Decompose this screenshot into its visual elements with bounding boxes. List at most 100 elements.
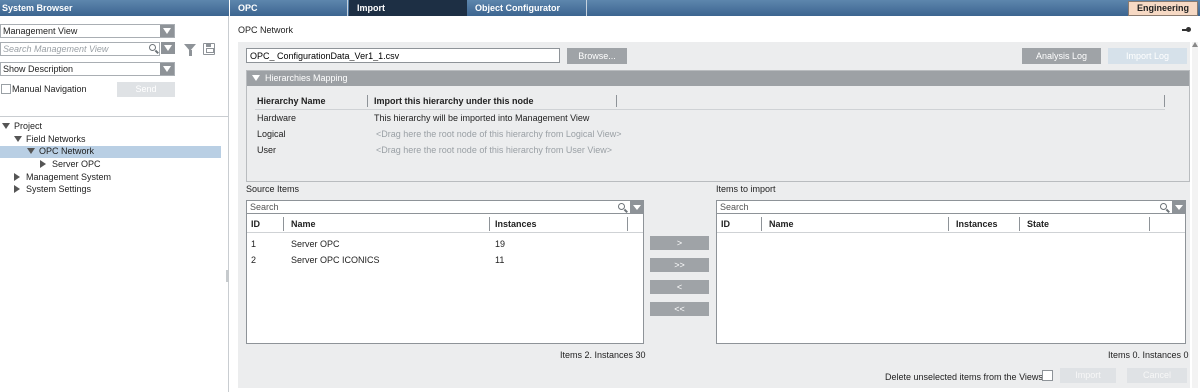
search-placeholder: Search Management View bbox=[3, 44, 109, 54]
hierarchy-drop-target-logical[interactable]: <Drag here the root node of this hierarc… bbox=[376, 129, 621, 139]
tree-item-label: System Settings bbox=[26, 184, 92, 194]
items-to-import-title: Items to import bbox=[716, 184, 776, 194]
search-icon[interactable] bbox=[1160, 203, 1170, 213]
system-browser-panel: System Browser Management View Search Ma… bbox=[0, 0, 229, 392]
file-path-input[interactable] bbox=[246, 48, 560, 63]
delete-unselected-checkbox[interactable] bbox=[1042, 370, 1053, 381]
description-select-value: Show Description bbox=[3, 64, 74, 74]
column-header-id[interactable]: ID bbox=[721, 219, 730, 229]
import-button[interactable]: Import bbox=[1060, 368, 1116, 383]
hierarchy-name-logical: Logical bbox=[257, 129, 286, 139]
column-header-name[interactable]: Name bbox=[291, 219, 316, 229]
collapsed-arrow-icon[interactable] bbox=[40, 160, 46, 168]
chevron-down-icon[interactable] bbox=[630, 201, 643, 214]
pin-icon[interactable] bbox=[1182, 26, 1191, 34]
target-search-input[interactable]: Search bbox=[717, 201, 1172, 214]
chevron-down-icon[interactable] bbox=[160, 63, 174, 75]
tree-item-label: Project bbox=[14, 121, 43, 131]
analysis-log-button[interactable]: Analysis Log bbox=[1022, 48, 1101, 64]
source-grid-header: ID Name Instances bbox=[247, 215, 643, 233]
search-options-dropdown[interactable] bbox=[161, 42, 175, 56]
tree-item-label: OPC Network bbox=[39, 146, 95, 156]
hierarchy-node-hardware: This hierarchy will be imported into Man… bbox=[374, 113, 590, 123]
column-header-import-node[interactable]: Import this hierarchy under this node bbox=[374, 96, 534, 106]
cancel-button[interactable]: Cancel bbox=[1127, 368, 1187, 383]
browse-button[interactable]: Browse... bbox=[567, 48, 627, 64]
target-summary: Items 0. Instances 0 bbox=[1108, 350, 1189, 360]
column-header-hierarchy-name[interactable]: Hierarchy Name bbox=[257, 96, 326, 106]
source-summary: Items 2. Instances 30 bbox=[560, 350, 646, 360]
chevron-down-icon[interactable] bbox=[160, 25, 174, 37]
column-divider bbox=[616, 95, 617, 107]
items-to-import-grid: Search ID Name Instances State bbox=[716, 200, 1186, 344]
remove-all-button[interactable]: << bbox=[650, 302, 709, 316]
chevron-down-icon[interactable] bbox=[1172, 201, 1185, 214]
remove-selected-button[interactable]: < bbox=[650, 280, 709, 294]
tab-opc[interactable]: OPC bbox=[230, 0, 348, 16]
column-header-id[interactable]: ID bbox=[251, 219, 260, 229]
collapse-arrow-icon[interactable] bbox=[252, 75, 260, 81]
delete-unselected-label: Delete unselected items from the Views bbox=[885, 372, 1043, 382]
tree-item-label: Server OPC bbox=[52, 159, 101, 169]
search-placeholder: Search bbox=[250, 202, 279, 212]
cell-id: 1 bbox=[251, 239, 257, 249]
cell-name: Server OPC ICONICS bbox=[291, 255, 380, 265]
scrollbar-thumb[interactable] bbox=[226, 270, 229, 282]
chevron-down-icon[interactable] bbox=[161, 42, 175, 54]
manual-navigation-label: Manual Navigation bbox=[12, 84, 87, 94]
source-search-input[interactable]: Search bbox=[247, 201, 630, 214]
expand-arrow-icon[interactable] bbox=[14, 136, 22, 142]
column-header-instances[interactable]: Instances bbox=[956, 219, 998, 229]
filter-icon[interactable] bbox=[184, 44, 196, 56]
search-icon[interactable] bbox=[149, 44, 159, 54]
tab-bar: OPC Import Object Configurator Engineeri… bbox=[230, 0, 1200, 16]
column-header-name[interactable]: Name bbox=[769, 219, 794, 229]
save-icon[interactable] bbox=[203, 43, 215, 55]
expand-arrow-icon[interactable] bbox=[27, 148, 35, 154]
column-header-instances[interactable]: Instances bbox=[495, 219, 537, 229]
send-button[interactable]: Send bbox=[117, 82, 175, 97]
cell-name: Server OPC bbox=[291, 239, 340, 249]
column-divider bbox=[627, 217, 628, 231]
expand-arrow-icon[interactable] bbox=[2, 123, 10, 129]
cell-instances: 19 bbox=[495, 239, 506, 249]
add-selected-button[interactable]: > bbox=[650, 236, 709, 250]
scroll-up-icon[interactable] bbox=[1192, 42, 1198, 47]
view-select[interactable]: Management View bbox=[0, 24, 175, 38]
hierarchies-mapping-panel: Hierarchies Mapping Hierarchy Name Impor… bbox=[246, 70, 1190, 182]
import-view: OPC Network Browse... Analysis Log Impor… bbox=[230, 16, 1200, 392]
column-divider bbox=[489, 217, 490, 231]
hierarchies-mapping-title: Hierarchies Mapping bbox=[265, 73, 348, 83]
tab-object-configurator[interactable]: Object Configurator bbox=[467, 0, 587, 16]
cell-instances: 11 bbox=[495, 255, 505, 265]
hierarchies-mapping-header[interactable]: Hierarchies Mapping bbox=[247, 71, 1189, 86]
vertical-scrollbar[interactable] bbox=[1192, 42, 1198, 388]
column-divider bbox=[283, 217, 284, 231]
search-placeholder: Search bbox=[720, 202, 749, 212]
column-divider bbox=[948, 217, 949, 231]
divider bbox=[0, 116, 229, 117]
collapsed-arrow-icon[interactable] bbox=[14, 185, 20, 193]
column-divider bbox=[1149, 217, 1150, 231]
column-header-state[interactable]: State bbox=[1027, 219, 1049, 229]
source-items-grid: Search ID Name Instances 1 Server OPC 19… bbox=[246, 200, 644, 344]
cell-id: 2 bbox=[251, 255, 257, 265]
column-divider bbox=[761, 217, 762, 231]
collapsed-arrow-icon[interactable] bbox=[14, 173, 20, 181]
manual-navigation-checkbox[interactable] bbox=[1, 84, 11, 94]
column-divider bbox=[1164, 95, 1165, 107]
column-divider bbox=[1019, 217, 1020, 231]
hierarchy-name-user: User bbox=[257, 145, 277, 155]
hierarchy-name-hardware: Hardware bbox=[257, 113, 297, 123]
hierarchy-drop-target-user[interactable]: <Drag here the root node of this hierarc… bbox=[376, 145, 612, 155]
page-title: OPC Network bbox=[238, 25, 294, 35]
source-items-title: Source Items bbox=[246, 184, 300, 194]
engineering-mode-badge[interactable]: Engineering bbox=[1128, 1, 1198, 16]
add-all-button[interactable]: >> bbox=[650, 258, 709, 272]
description-select[interactable]: Show Description bbox=[0, 62, 175, 76]
import-log-button[interactable]: Import Log bbox=[1108, 48, 1187, 64]
view-select-value: Management View bbox=[3, 26, 78, 36]
search-icon[interactable] bbox=[618, 203, 628, 213]
tab-import[interactable]: Import bbox=[349, 0, 467, 16]
management-view-search-input[interactable]: Search Management View bbox=[0, 42, 160, 56]
